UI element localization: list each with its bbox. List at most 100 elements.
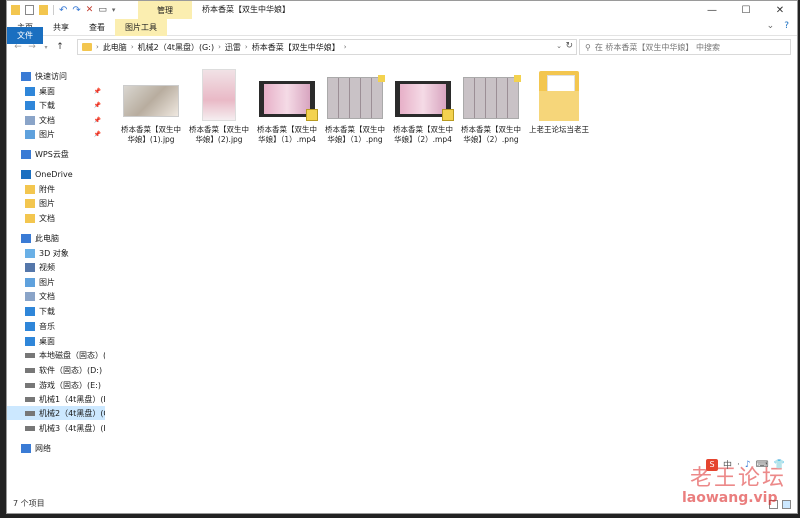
customize-qat-icon[interactable]: ▾	[112, 6, 116, 14]
drive-icon	[25, 396, 35, 402]
close-button[interactable]: ✕	[763, 1, 797, 19]
picture-icon	[25, 129, 35, 139]
sidebar-item-label: 3D 对象	[39, 248, 69, 258]
sidebar-item[interactable]: 机械2（4t黑盘）(G	[7, 406, 105, 420]
undo-icon[interactable]: ↶	[59, 5, 67, 16]
recent-locations-icon[interactable]: ▾	[39, 44, 53, 51]
redo-icon[interactable]: ↷	[72, 5, 80, 16]
sogou-logo-icon[interactable]: S	[706, 458, 718, 471]
sidebar-item[interactable]: 软件（固态）(D:)	[7, 363, 105, 377]
desktop-icon	[25, 336, 35, 346]
sidebar-item[interactable]: 音乐	[7, 319, 105, 333]
sidebar-item-label: 附件	[39, 184, 55, 194]
sidebar-item[interactable]: 网络	[7, 441, 105, 455]
ribbon-tabs: 文件 主页 共享 查看 图片工具 ⌄ ?	[7, 18, 797, 44]
image-thumbnail	[122, 69, 180, 121]
sidebar-item[interactable]: 本地磁盘（固态）(	[7, 348, 105, 362]
sidebar-item[interactable]: 图片	[7, 196, 105, 210]
sidebar-item[interactable]: 文档	[7, 289, 105, 303]
properties-icon[interactable]	[25, 5, 34, 15]
cloud-icon	[21, 149, 31, 159]
rename-icon[interactable]: ▭	[98, 5, 107, 15]
breadcrumb-drive-g[interactable]: 机械2（4t黑盘）(G:)	[138, 42, 214, 53]
document-icon	[25, 291, 35, 301]
picture-icon	[25, 277, 35, 287]
sidebar-item[interactable]: 图片 📌	[7, 127, 105, 141]
sidebar-item[interactable]: OneDrive	[7, 167, 105, 181]
file-item[interactable]: 桥本香菜【双生中华娘】（2）.mp4	[391, 69, 455, 145]
expand-ribbon-icon[interactable]: ⌄	[767, 21, 775, 31]
up-icon[interactable]: ↑	[53, 42, 67, 52]
tab-share[interactable]: 共享	[43, 19, 79, 36]
search-placeholder: 在 桥本香菜【双生中华娘】 中搜索	[594, 42, 720, 52]
sidebar-item[interactable]: 视频	[7, 260, 105, 274]
file-item[interactable]: 桥本香菜【双生中华娘】(2).jpg	[187, 69, 251, 145]
back-icon[interactable]: ←	[11, 42, 25, 52]
pin-icon: 📌	[93, 101, 101, 109]
sidebar-item[interactable]: 附件	[7, 182, 105, 196]
sidebar-item-label: 文档	[39, 291, 55, 301]
window-title: 桥本香菜【双生中华娘】	[202, 5, 290, 14]
drive-icon	[25, 382, 35, 388]
refresh-icon[interactable]: ↻	[565, 41, 573, 51]
sidebar-item-label: 图片	[39, 198, 55, 208]
sidebar-item[interactable]: 3D 对象	[7, 246, 105, 260]
maximize-button[interactable]: ☐	[729, 1, 763, 19]
sidebar-item[interactable]: 下载	[7, 304, 105, 318]
delete-icon[interactable]: ✕	[86, 5, 94, 15]
sidebar-item[interactable]: 桌面 📌	[7, 84, 105, 98]
voice-icon[interactable]: ♪	[745, 460, 751, 470]
minimize-button[interactable]: —	[695, 1, 729, 19]
sidebar-item[interactable]: 图片	[7, 275, 105, 289]
sidebar-item-label: 本地磁盘（固态）(	[39, 350, 105, 360]
skin-icon[interactable]: 👕	[774, 460, 785, 470]
pin-icon: 📌	[93, 87, 101, 95]
sidebar-item[interactable]: 游戏（固态）(E:)	[7, 378, 105, 392]
sidebar-item-label: 游戏（固态）(E:)	[39, 380, 101, 390]
pin-icon: 📌	[93, 130, 101, 138]
search-input[interactable]: ⚲ 在 桥本香菜【双生中华娘】 中搜索	[579, 39, 791, 55]
file-item[interactable]: 桥本香菜【双生中华娘】（2）.png	[459, 69, 523, 145]
file-item[interactable]: 桥本香菜【双生中华娘】(1).jpg	[119, 69, 183, 145]
sidebar-item[interactable]: 机械3（4t黑盘）(H	[7, 421, 105, 435]
breadcrumb-this-pc[interactable]: 此电脑	[103, 42, 127, 53]
sidebar-item[interactable]: 机械1（4t黑盘）(F	[7, 392, 105, 406]
file-list: 桥本香菜【双生中华娘】(1).jpg 桥本香菜【双生中华娘】(2).jpg 桥本香菜…	[111, 61, 797, 491]
breadcrumb-current-folder[interactable]: 桥本香菜【双生中华娘】	[252, 42, 340, 53]
large-icons-view-icon[interactable]	[782, 500, 791, 509]
manage-context-tab[interactable]: 管理	[138, 1, 192, 19]
file-name: 桥本香菜【双生中华娘】（2）.mp4	[393, 125, 453, 144]
ime-punctuation[interactable]: ·	[737, 460, 740, 470]
sidebar-item-label: 桌面	[39, 336, 55, 346]
address-dropdown-icon[interactable]: ⌄	[556, 42, 562, 50]
network-icon	[21, 443, 31, 453]
tab-picture-tools[interactable]: 图片工具	[115, 18, 167, 36]
keyboard-icon[interactable]: ⌨	[756, 460, 769, 470]
folder-icon	[25, 198, 35, 208]
video-thumbnail	[394, 69, 454, 121]
navigation-pane: 快速访问 桌面 📌 下载 📌 文档 📌 图片 📌 WPS云盘 OneDrive 附件 图片 文档 此电脑 3D…	[7, 61, 105, 491]
file-name: 桥本香菜【双生中华娘】（2）.png	[461, 125, 521, 144]
sidebar-item[interactable]: 文档	[7, 211, 105, 225]
help-icon[interactable]: ?	[784, 21, 789, 31]
folder-icon	[530, 69, 588, 121]
sidebar-item[interactable]: 快速访问	[7, 69, 105, 83]
sidebar-item[interactable]: WPS云盘	[7, 147, 105, 161]
file-item[interactable]: 上老王论坛当老王	[527, 69, 591, 135]
navigation-bar: ← → ▾ ↑ › 此电脑 › 机械2（4t黑盘）(G:) › 迅雷 › 桥本香菜【双生…	[7, 37, 797, 57]
forward-icon[interactable]: →	[25, 42, 39, 52]
sidebar-item[interactable]: 下载 📌	[7, 98, 105, 112]
ime-language[interactable]: 中	[723, 458, 732, 471]
file-item[interactable]: 桥本香菜【双生中华娘】（1）.mp4	[255, 69, 319, 145]
download-icon	[25, 306, 35, 316]
file-item[interactable]: 桥本香菜【双生中华娘】（1）.png	[323, 69, 387, 145]
sidebar-item[interactable]: 此电脑	[7, 231, 105, 245]
sidebar-item-label: 软件（固态）(D:)	[39, 365, 103, 375]
tab-view[interactable]: 查看	[79, 19, 115, 36]
address-bar[interactable]: › 此电脑 › 机械2（4t黑盘）(G:) › 迅雷 › 桥本香菜【双生中华娘】 › ⌄…	[77, 39, 577, 55]
sidebar-item[interactable]: 文档 📌	[7, 113, 105, 127]
sidebar-item[interactable]: 桌面	[7, 334, 105, 348]
sidebar-item-label: 图片	[39, 129, 55, 139]
new-folder-icon[interactable]	[39, 5, 48, 15]
breadcrumb-xunlei[interactable]: 迅雷	[225, 42, 241, 53]
